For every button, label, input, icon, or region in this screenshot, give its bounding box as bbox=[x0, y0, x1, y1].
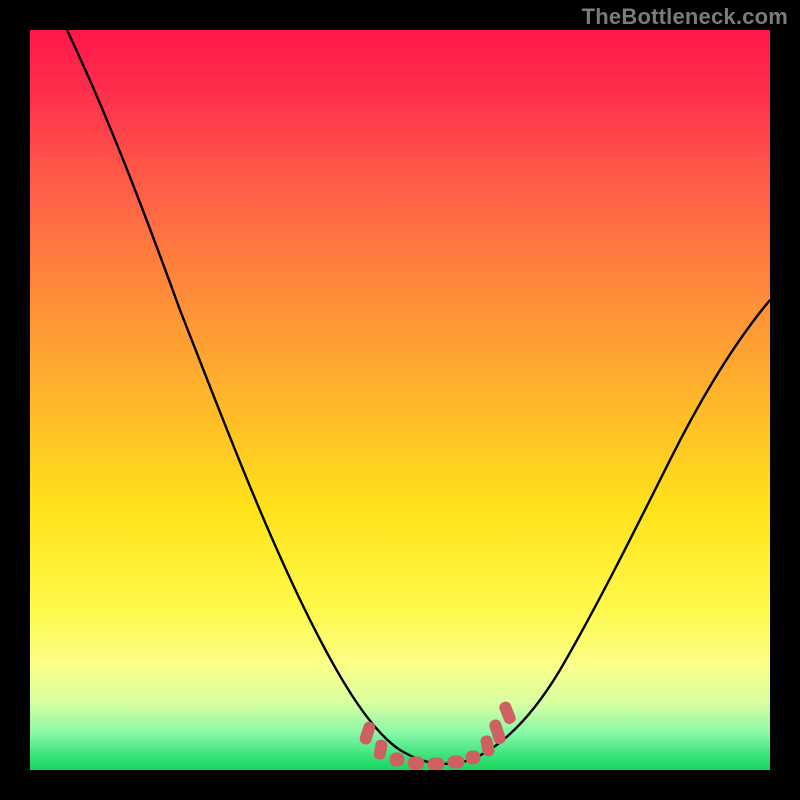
chart-plot-area bbox=[30, 30, 770, 770]
chart-svg bbox=[30, 30, 770, 770]
bottleneck-curve-path bbox=[67, 30, 770, 764]
watermark-label: TheBottleneck.com bbox=[582, 4, 788, 30]
chart-frame: TheBottleneck.com bbox=[0, 0, 800, 800]
